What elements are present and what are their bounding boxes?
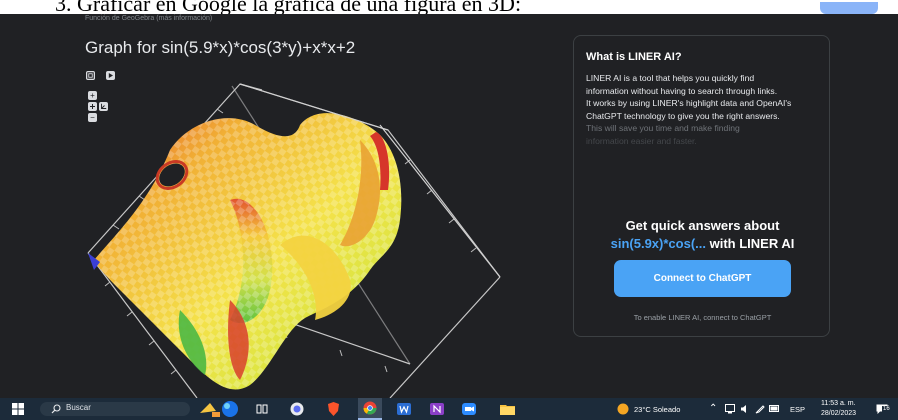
graph-source-line: Función de GeoGebra (más información) bbox=[85, 15, 213, 22]
clock-date[interactable]: 28/02/2023 bbox=[821, 410, 856, 417]
enable-liner-note: To enable LINER AI, connect to ChatGPT bbox=[633, 313, 772, 322]
liner-ai-panel: What is LINER AI? LINER AI is a tool tha… bbox=[573, 35, 830, 337]
quick-answers-suffix: with LINER AI bbox=[706, 236, 795, 251]
liner-paragraph-1: LINER AI is a tool that helps you quickl… bbox=[586, 73, 778, 96]
chevron-up-icon[interactable]: ⌃ bbox=[709, 403, 717, 414]
graph-title: Graph for sin(5.9*x)*cos(3*y)+x*x+2 bbox=[85, 38, 356, 57]
surface-plot-3d[interactable] bbox=[80, 80, 510, 398]
chrome-browser-icon[interactable] bbox=[358, 398, 382, 420]
liner-paragraph-faded-2: information easier and faster. bbox=[586, 135, 697, 146]
quick-answers-line-2: sin(5.9x)*cos(... with LINER AI bbox=[574, 235, 831, 253]
network-icon[interactable] bbox=[725, 404, 735, 414]
notification-center-button[interactable]: 16 bbox=[876, 402, 891, 415]
page-top-button[interactable] bbox=[820, 2, 878, 14]
clock-time[interactable]: 11:53 a. m. bbox=[821, 400, 856, 407]
document-caption-strip: 3. Graficar en Google la grafica de una … bbox=[0, 0, 898, 14]
windows-start-icon[interactable] bbox=[12, 403, 24, 415]
onenote-icon[interactable] bbox=[430, 402, 444, 416]
zoom-app-icon[interactable] bbox=[462, 402, 476, 416]
language-indicator[interactable]: ESP bbox=[790, 405, 805, 414]
search-icon bbox=[51, 404, 61, 414]
liner-description: LINER AI is a tool that helps you quickl… bbox=[586, 72, 796, 147]
fullscreen-icon[interactable] bbox=[86, 71, 95, 80]
volume-icon[interactable] bbox=[740, 404, 750, 414]
quick-answers-text: Get quick answers about sin(5.9x)*cos(..… bbox=[574, 217, 831, 253]
brave-browser-icon[interactable] bbox=[327, 402, 340, 416]
search-highlight-icon[interactable] bbox=[196, 399, 240, 419]
connect-chatgpt-button[interactable]: Connect to ChatGPT bbox=[614, 260, 791, 297]
document-caption: 3. Graficar en Google la grafica de una … bbox=[55, 0, 522, 14]
liner-heading: What is LINER AI? bbox=[586, 51, 682, 63]
liner-paragraph-faded: This will save you time and make finding bbox=[586, 123, 740, 133]
taskbar-search-box[interactable]: Buscar bbox=[40, 402, 190, 416]
weather-sun-icon[interactable] bbox=[617, 403, 629, 415]
task-view-icon[interactable] bbox=[256, 403, 268, 415]
quick-answers-query: sin(5.9x)*cos(... bbox=[610, 236, 706, 251]
windows-taskbar: Buscar 23°C Soleado ⌃ ESP 11:53 a. m. 28… bbox=[0, 398, 898, 420]
taskbar-search-placeholder: Buscar bbox=[66, 403, 91, 412]
music-app-icon[interactable] bbox=[290, 402, 304, 416]
weather-text[interactable]: 23°C Soleado bbox=[634, 405, 680, 414]
file-explorer-icon[interactable] bbox=[500, 403, 515, 415]
liner-paragraph-2: It works by using LINER's highlight data… bbox=[586, 98, 792, 121]
pen-icon[interactable] bbox=[755, 404, 765, 414]
quick-answers-line-1: Get quick answers about bbox=[625, 218, 780, 233]
word-icon[interactable] bbox=[397, 402, 411, 416]
play-icon[interactable] bbox=[106, 71, 115, 80]
notification-count: 16 bbox=[882, 406, 891, 412]
battery-icon[interactable] bbox=[769, 405, 780, 412]
